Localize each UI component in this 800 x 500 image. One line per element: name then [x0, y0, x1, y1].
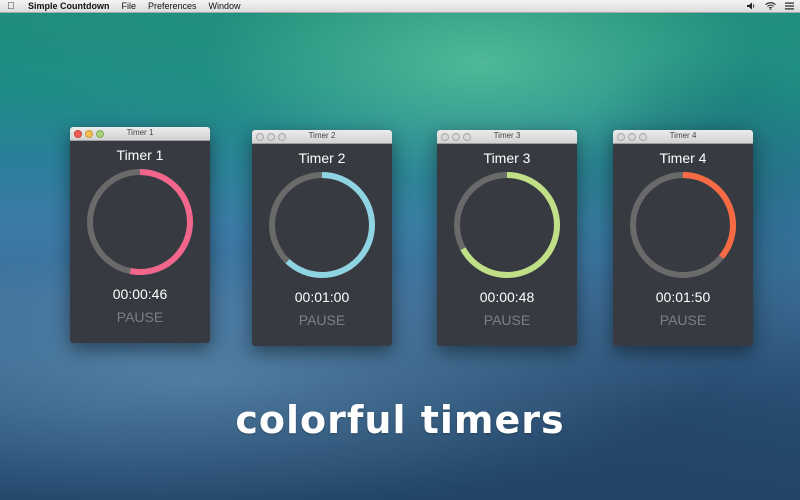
- volume-icon[interactable]: [747, 2, 756, 12]
- window-titlebar[interactable]: Timer 3: [437, 130, 577, 144]
- countdown-ring: [630, 172, 736, 278]
- window-title: Timer 4: [669, 131, 697, 140]
- countdown-ring: [269, 172, 375, 278]
- window-title: Timer 2: [308, 131, 336, 140]
- timer-window-2[interactable]: Timer 2 Timer 2 00:01:00 PAUSE: [252, 130, 392, 346]
- window-titlebar[interactable]: Timer 2: [252, 130, 392, 144]
- timer-window-4[interactable]: Timer 4 Timer 4 00:01:50 PAUSE: [613, 130, 753, 346]
- apple-logo-icon[interactable]: : [0, 1, 22, 12]
- menu-file[interactable]: File: [116, 0, 143, 13]
- tagline: colorful timers: [235, 398, 565, 442]
- menu-app-name[interactable]: Simple Countdown: [22, 0, 116, 13]
- window-titlebar[interactable]: Timer 4: [613, 130, 753, 144]
- pause-button[interactable]: PAUSE: [117, 309, 163, 325]
- pause-button[interactable]: PAUSE: [660, 312, 706, 328]
- window-title: Timer 1: [126, 128, 154, 137]
- pause-button[interactable]: PAUSE: [484, 312, 530, 328]
- time-remaining: 00:01:50: [655, 289, 711, 305]
- timer-name: Timer 3: [483, 150, 531, 166]
- countdown-ring: [454, 172, 560, 278]
- menu-bar:  Simple Countdown File Preferences Wind…: [0, 0, 800, 13]
- menu-window[interactable]: Window: [203, 0, 247, 13]
- time-remaining: 00:00:48: [479, 289, 535, 305]
- window-title: Timer 3: [493, 131, 521, 140]
- wifi-icon[interactable]: [765, 1, 776, 12]
- timer-name: Timer 1: [116, 147, 164, 163]
- list-icon[interactable]: [785, 2, 794, 12]
- window-titlebar[interactable]: Timer 1: [70, 127, 210, 141]
- time-remaining: 00:00:46: [112, 286, 168, 302]
- menu-preferences[interactable]: Preferences: [142, 0, 203, 13]
- timer-name: Timer 2: [298, 150, 346, 166]
- countdown-ring: [87, 169, 193, 275]
- timer-window-1[interactable]: Timer 1 Timer 1 00:00:46 PAUSE: [70, 127, 210, 343]
- timer-window-3[interactable]: Timer 3 Timer 3 00:00:48 PAUSE: [437, 130, 577, 346]
- menu-status-area: [747, 0, 794, 13]
- pause-button[interactable]: PAUSE: [299, 312, 345, 328]
- time-remaining: 00:01:00: [294, 289, 350, 305]
- timer-name: Timer 4: [659, 150, 707, 166]
